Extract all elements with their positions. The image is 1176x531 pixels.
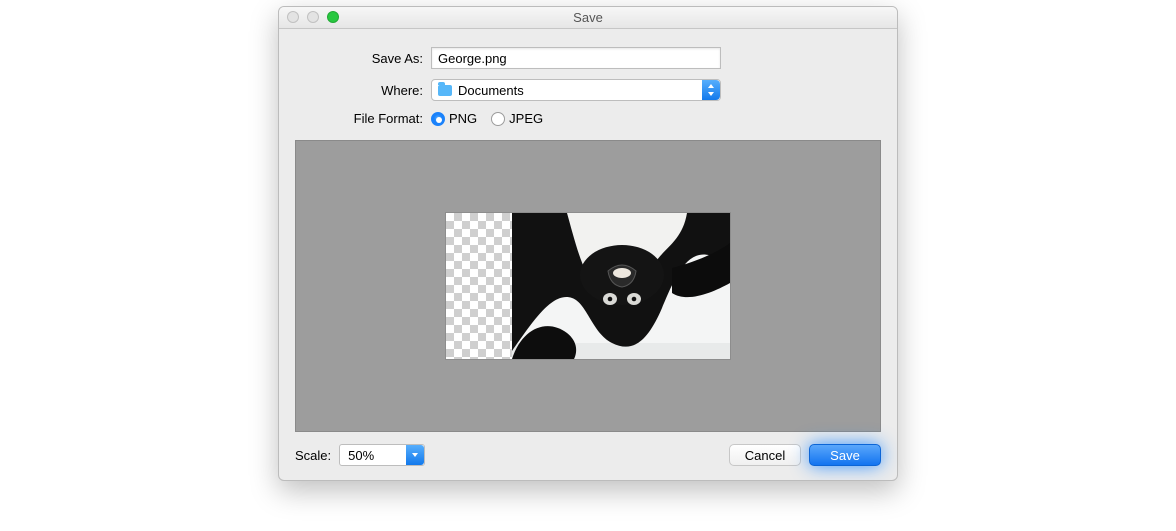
save-dialog: Save Save As: Where: Documents File Form… (278, 6, 898, 481)
filename-input[interactable] (431, 47, 721, 69)
transparency-grid (446, 213, 512, 359)
stepper-arrows-icon (702, 80, 720, 100)
close-window-button[interactable] (287, 11, 299, 23)
where-label: Where: (295, 83, 431, 98)
format-radio-png[interactable]: PNG (431, 111, 477, 126)
scale-select[interactable]: 50% (339, 444, 425, 466)
radio-dot-icon (431, 112, 445, 126)
preview-image (512, 213, 730, 359)
cancel-label: Cancel (745, 448, 785, 463)
minimize-window-button[interactable] (307, 11, 319, 23)
save-as-label: Save As: (295, 51, 431, 66)
format-jpeg-label: JPEG (509, 111, 543, 126)
radio-dot-icon (491, 112, 505, 126)
save-form: Save As: Where: Documents File Format: P… (279, 29, 897, 140)
zoom-window-button[interactable] (327, 11, 339, 23)
window-title: Save (573, 10, 603, 25)
preview-area (295, 140, 881, 432)
save-button[interactable]: Save (809, 444, 881, 466)
where-value: Documents (458, 83, 524, 98)
window-controls (287, 11, 339, 23)
where-popup[interactable]: Documents (431, 79, 721, 101)
scale-value: 50% (348, 448, 374, 463)
cancel-button[interactable]: Cancel (729, 444, 801, 466)
format-png-label: PNG (449, 111, 477, 126)
folder-icon (438, 85, 452, 96)
image-preview (446, 213, 730, 359)
save-label: Save (830, 448, 860, 463)
titlebar: Save (279, 7, 897, 29)
format-radio-jpeg[interactable]: JPEG (491, 111, 543, 126)
file-format-label: File Format: (295, 111, 431, 126)
bottom-bar: Scale: 50% Cancel Save (279, 432, 897, 480)
chevron-down-icon (406, 445, 424, 465)
scale-label: Scale: (295, 448, 331, 463)
